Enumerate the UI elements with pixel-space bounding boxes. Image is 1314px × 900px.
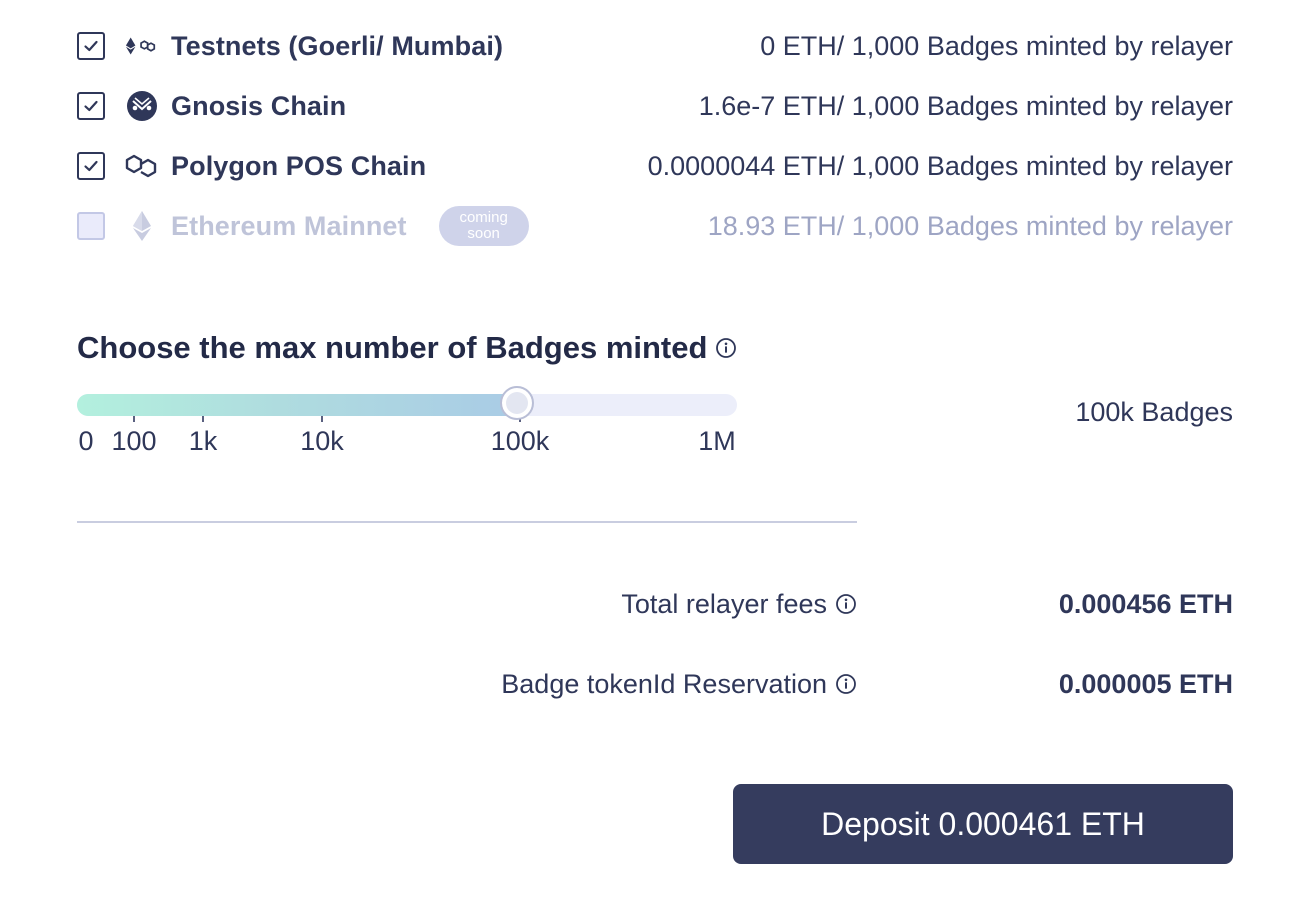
slider-tick-label: 1M bbox=[698, 426, 736, 456]
slider-tick-mark bbox=[321, 416, 323, 422]
gnosis-checkbox[interactable] bbox=[77, 92, 105, 120]
slider-tick-label: 10k bbox=[300, 426, 344, 456]
info-icon[interactable] bbox=[715, 337, 737, 359]
ethereum-icon bbox=[125, 209, 159, 243]
network-row-ethereum: Ethereum Mainnet coming soon 18.93 ETH/ … bbox=[77, 196, 1233, 256]
relayer-fees-value: 0.000456 ETH bbox=[1058, 589, 1233, 619]
ethereum-checkbox bbox=[77, 212, 105, 240]
reservation-label-text: Badge tokenId Reservation bbox=[501, 669, 827, 699]
slider-fill bbox=[77, 394, 525, 416]
network-fee: 0.0000044 ETH/ 1,000 Badges minted by re… bbox=[647, 151, 1233, 181]
gnosis-icon bbox=[125, 89, 159, 123]
network-fee: 18.93 ETH/ 1,000 Badges minted by relaye… bbox=[707, 211, 1233, 241]
info-icon[interactable] bbox=[835, 673, 857, 695]
relayer-fees-row: Total relayer fees 0.000456 ETH bbox=[77, 584, 1233, 624]
max-badges-title-text: Choose the max number of Badges minted bbox=[77, 330, 708, 365]
badge-line: coming bbox=[459, 209, 508, 226]
network-row-polygon[interactable]: Polygon POS Chain 0.0000044 ETH/ 1,000 B… bbox=[77, 136, 1233, 196]
relayer-fees-label-text: Total relayer fees bbox=[621, 589, 827, 619]
polygon-checkbox[interactable] bbox=[77, 152, 105, 180]
slider-tick-label: 0 bbox=[78, 426, 94, 456]
check-icon bbox=[84, 40, 98, 52]
network-name: Ethereum Mainnet bbox=[171, 210, 407, 241]
coming-soon-badge: coming soon bbox=[438, 206, 529, 246]
slider-thumb[interactable] bbox=[500, 386, 534, 420]
reservation-row: Badge tokenId Reservation 0.000005 ETH bbox=[77, 664, 1233, 704]
testnets-icon bbox=[125, 29, 159, 63]
polygon-icon bbox=[125, 149, 159, 183]
check-icon bbox=[84, 100, 98, 112]
slider-tick-mark bbox=[133, 416, 135, 422]
network-name: Testnets (Goerli/ Mumbai) bbox=[171, 30, 504, 61]
network-row-gnosis[interactable]: Gnosis Chain 1.6e-7 ETH/ 1,000 Badges mi… bbox=[77, 76, 1233, 136]
deposit-button[interactable]: Deposit 0.000461 ETH bbox=[733, 784, 1233, 864]
slider-tick-label: 100k bbox=[490, 426, 550, 456]
badge-line: soon bbox=[467, 225, 500, 242]
divider bbox=[77, 521, 857, 523]
check-icon bbox=[84, 160, 98, 172]
network-fee: 0 ETH/ 1,000 Badges minted by relayer bbox=[760, 31, 1233, 61]
network-name: Gnosis Chain bbox=[171, 90, 347, 121]
slider-tick-label: 100 bbox=[111, 426, 157, 456]
relayer-fees-label: Total relayer fees bbox=[621, 584, 857, 624]
network-fee: 1.6e-7 ETH/ 1,000 Badges minted by relay… bbox=[698, 91, 1233, 121]
testnets-checkbox[interactable] bbox=[77, 32, 105, 60]
info-icon[interactable] bbox=[835, 593, 857, 615]
max-badges-slider[interactable]: 0 100 1k 10k 100k 1M bbox=[77, 386, 737, 456]
slider-value-label: 100k Badges bbox=[1075, 397, 1233, 427]
slider-tick-label: 1k bbox=[188, 426, 218, 456]
max-badges-title: Choose the max number of Badges minted bbox=[77, 330, 737, 366]
network-row-testnets[interactable]: Testnets (Goerli/ Mumbai) 0 ETH/ 1,000 B… bbox=[77, 16, 1233, 76]
network-list: Testnets (Goerli/ Mumbai) 0 ETH/ 1,000 B… bbox=[77, 16, 1233, 256]
reservation-value: 0.000005 ETH bbox=[1058, 669, 1233, 699]
slider-tick-mark bbox=[202, 416, 204, 422]
reservation-label: Badge tokenId Reservation bbox=[501, 664, 857, 704]
network-name: Polygon POS Chain bbox=[171, 150, 427, 181]
